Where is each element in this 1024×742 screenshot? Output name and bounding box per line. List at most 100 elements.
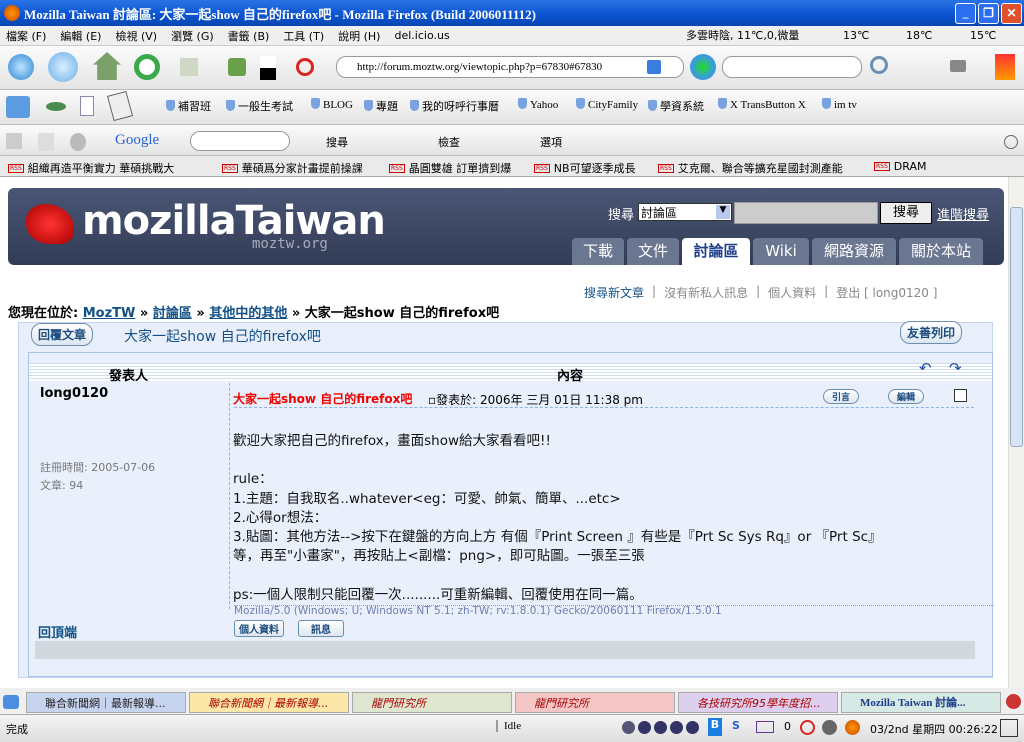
page-icon[interactable] <box>80 96 94 116</box>
options-button[interactable]: 選項 <box>540 134 562 150</box>
back-icon[interactable] <box>8 54 34 80</box>
edit-button[interactable]: 編輯 <box>888 389 925 404</box>
search-new-posts-link[interactable]: 搜尋新文章 <box>584 284 644 301</box>
close-tab-icon[interactable] <box>1006 694 1021 709</box>
skype-icon[interactable]: S <box>732 719 740 732</box>
google-search-input[interactable] <box>190 131 290 151</box>
block-icon[interactable] <box>296 58 314 76</box>
menu-delicious[interactable]: del.icio.us <box>394 29 449 42</box>
forward-icon[interactable] <box>48 52 78 82</box>
blog-icon[interactable]: B <box>708 718 722 736</box>
scrollbar-thumb[interactable] <box>1010 207 1023 447</box>
quote-button[interactable]: 引言 <box>823 389 860 404</box>
leaf-icon[interactable] <box>46 102 66 111</box>
camera-icon[interactable] <box>950 60 966 72</box>
site-search-button[interactable]: 搜尋 <box>880 202 932 224</box>
reply-button[interactable]: 回覆文章 <box>31 323 94 346</box>
tab-docs[interactable]: 文件 <box>627 238 679 265</box>
tab-download[interactable]: 下載 <box>572 238 624 265</box>
menu-go[interactable]: 瀏覽 (G) <box>171 28 214 44</box>
tab-resources[interactable]: 網路資源 <box>812 238 896 265</box>
prev-topic-icon[interactable]: ↶ <box>919 359 932 377</box>
news-item[interactable]: 晶圓雙雄 訂單擠到爆 <box>389 160 512 176</box>
home-icon[interactable] <box>93 52 121 80</box>
tab-about[interactable]: 關於本站 <box>899 238 983 265</box>
menu-tools[interactable]: 工具 (T) <box>283 28 324 44</box>
down-icon[interactable] <box>686 721 699 734</box>
tab-item[interactable]: 聯合新聞網｜最新報導... <box>189 692 349 713</box>
bookmark-9[interactable]: X TransButton X <box>718 98 806 111</box>
bookmark-8[interactable]: 學資系統 <box>648 98 704 114</box>
bookmark-3[interactable]: BLOG <box>311 98 353 111</box>
tab-item[interactable]: 龍門研究所 <box>352 692 512 713</box>
site-search-input[interactable] <box>734 202 878 224</box>
print-button[interactable]: 友善列印 <box>900 321 963 344</box>
new-tab-icon[interactable] <box>6 96 30 118</box>
news-item[interactable]: 華碩爲分家計畫提前操課 <box>222 160 363 176</box>
menu-view[interactable]: 檢視 (V) <box>115 28 157 44</box>
logout-link[interactable]: 登出 [ long0120 ] <box>836 284 937 301</box>
menu-edit[interactable]: 編輯 (E) <box>60 28 101 44</box>
bookmark-5[interactable]: 我的呀呼行事曆 <box>410 98 499 114</box>
menu-bookmarks[interactable]: 書籤 (B) <box>228 28 270 44</box>
notes-icon[interactable] <box>106 90 134 122</box>
tab-item[interactable]: 聯合新聞網｜最新報導... <box>26 692 186 713</box>
news-item[interactable]: 組織再造平衡實力 華碩挑戰大 <box>8 160 175 176</box>
close-button[interactable]: ✕ <box>1001 3 1022 24</box>
tab-item[interactable]: 各技研究所95學年度招... <box>678 692 838 713</box>
status-indicator-icon[interactable] <box>822 720 837 735</box>
breadcrumb-other[interactable]: 其他中的其他 <box>209 306 287 321</box>
tab-item[interactable]: 龍門研究所 <box>515 692 675 713</box>
go-icon[interactable] <box>690 54 716 80</box>
google-search-button[interactable]: 搜尋 <box>326 134 348 150</box>
news-item[interactable]: DRAM <box>874 160 927 173</box>
topic-title[interactable]: 大家一起show 自己的firefox吧 <box>124 326 321 346</box>
up-icon[interactable] <box>670 721 683 734</box>
tools-icon[interactable] <box>995 54 1015 80</box>
bookmark-1[interactable]: 補習班 <box>166 98 211 114</box>
tab-forum[interactable]: 討論區 <box>682 238 750 265</box>
reload-icon[interactable] <box>134 54 160 80</box>
advanced-search-link[interactable]: 進階搜尋 <box>937 204 989 223</box>
bookmark-6[interactable]: Yahoo <box>518 98 558 111</box>
mail-icon[interactable] <box>756 721 774 733</box>
bookmark-7[interactable]: CityFamily <box>576 98 638 111</box>
eject-icon[interactable] <box>654 721 667 734</box>
news-item[interactable]: 艾克爾、聯合等擴充星國封測產能 <box>658 160 843 176</box>
ip-icon[interactable] <box>954 389 967 402</box>
tab-item-active[interactable]: Mozilla Taiwan 討論... <box>841 692 1001 713</box>
news-item[interactable]: NB可望逐季成長 <box>534 160 636 176</box>
vertical-scrollbar[interactable] <box>1008 177 1024 688</box>
new-tab-icon[interactable] <box>3 695 19 709</box>
print-icon[interactable] <box>180 58 198 76</box>
adblock-icon[interactable] <box>800 720 815 735</box>
bookmark-4[interactable]: 專題 <box>364 98 398 114</box>
menu-file[interactable]: 檔案 (F) <box>6 28 46 44</box>
profile-link[interactable]: 個人資料 <box>768 284 816 301</box>
back-to-top-link[interactable]: 回頂端 <box>38 622 77 641</box>
info-icon[interactable] <box>1004 135 1018 149</box>
rss-icon[interactable] <box>647 60 661 74</box>
minimize-button[interactable]: _ <box>955 3 976 24</box>
search-input[interactable] <box>722 56 862 78</box>
copy-icon[interactable] <box>38 133 54 151</box>
spell-check-button[interactable]: 檢查 <box>438 134 460 150</box>
next-topic-icon[interactable]: ↷ <box>949 359 962 377</box>
breadcrumb-forum[interactable]: 討論區 <box>153 306 192 321</box>
music-icon[interactable] <box>622 721 635 734</box>
firefox-icon[interactable] <box>845 720 860 735</box>
breadcrumb-moztw[interactable]: MozTW <box>83 306 136 321</box>
no-new-pm-link[interactable]: 沒有新私人訊息 <box>664 284 748 301</box>
bookmark-2[interactable]: 一般生考試 <box>226 98 293 114</box>
menu-help[interactable]: 說明 (H) <box>338 28 380 44</box>
magnifier-icon[interactable] <box>870 56 888 74</box>
bookmark-10[interactable]: im tv <box>822 98 857 111</box>
search-scope-select[interactable]: 討論區 ▼ <box>638 203 732 221</box>
author-pm-button[interactable]: 訊息 <box>298 620 344 637</box>
author-profile-button[interactable]: 個人資料 <box>234 620 284 637</box>
trash-icon[interactable] <box>228 58 246 76</box>
maximize-button[interactable]: ❐ <box>978 3 999 24</box>
cut-icon[interactable] <box>6 133 22 149</box>
url-bar[interactable]: http://forum.moztw.org/viewtopic.php?p=6… <box>336 56 684 78</box>
paste-icon[interactable] <box>70 133 86 151</box>
